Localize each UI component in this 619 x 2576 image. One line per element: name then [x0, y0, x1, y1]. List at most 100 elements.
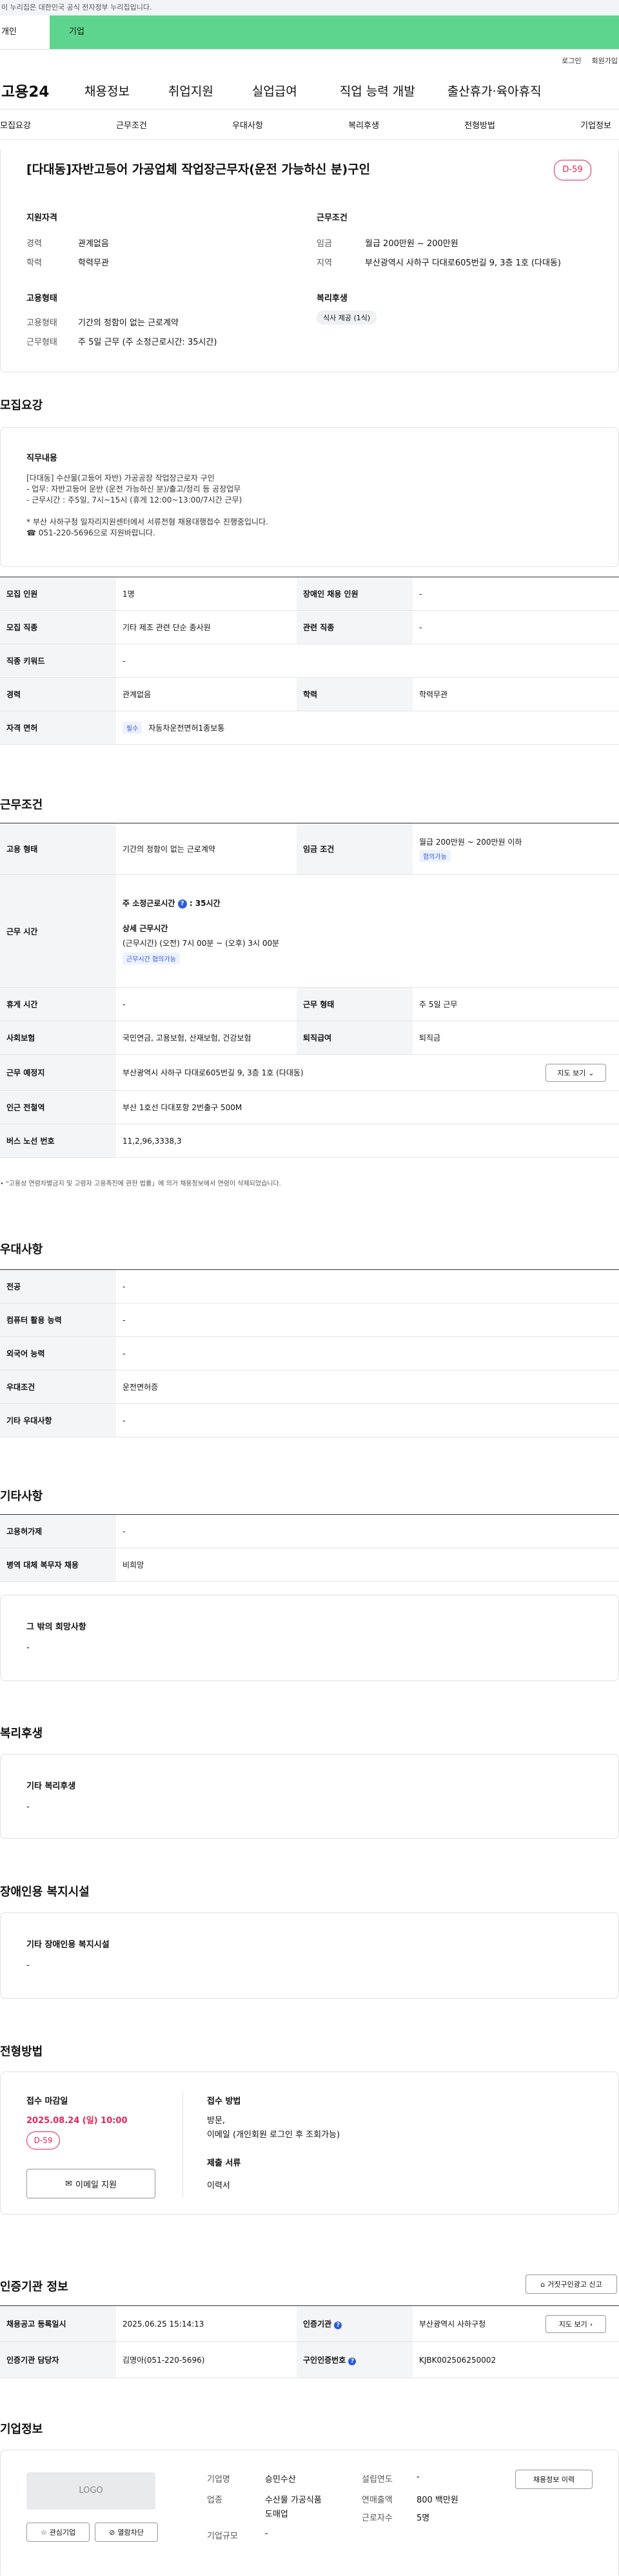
row-label: 휴게 시간 — [0, 987, 116, 1021]
chevron-down-icon: ⌄ — [588, 1068, 594, 1077]
row-label: 기타 우대사항 — [0, 1403, 116, 1437]
welfare-section-title: 복리후생 — [0, 1727, 43, 1740]
row-value: - — [116, 1403, 619, 1437]
row-label: 근무 시간 — [0, 874, 116, 988]
mail-icon: ✉ — [65, 2178, 72, 2189]
row-value: 기간의 정함이 없는 근로계약 — [116, 823, 297, 875]
work-section-title: 근무조건 — [0, 798, 43, 812]
pref-section-title: 우대사항 — [0, 1243, 43, 1256]
company-box: LOGO ☆ 관심기업 ⊘ 열람차단 기업명 승민수산 업종 수산물 가공식품 … — [0, 2450, 619, 2575]
row-value: KJBK002506250002 — [413, 2341, 619, 2378]
snb-item-company[interactable]: 기업정보 — [580, 119, 611, 131]
cert-org-label: 인증기관 — [303, 2320, 332, 2329]
company-size-label: 기업규모 — [207, 2532, 238, 2541]
job-desc-line: ☎ 051-220-5696으로 지원바랍니다. — [26, 528, 155, 537]
gnb-item-employment-support[interactable]: 취업지원 — [168, 82, 213, 99]
block-view-button[interactable]: ⊘ 열람차단 — [95, 2523, 158, 2542]
company-biz-value-1: 수산물 가공식품 — [265, 2495, 322, 2505]
join-link[interactable]: 회원가입 — [592, 55, 618, 66]
map-button[interactable]: 지도 보기 ⌄ — [545, 1064, 606, 1082]
snb-item-welfare[interactable]: 복리후생 — [348, 119, 379, 131]
row-value: 퇴직금 — [413, 1021, 619, 1055]
cert-map-button[interactable]: 지도 보기 › — [545, 2315, 606, 2333]
cert-map-label: 지도 보기 — [558, 2320, 587, 2329]
wage-value: 월급 200만원 ~ 200만원 — [365, 239, 458, 249]
hours-week-value: : 35시간 — [189, 899, 221, 908]
tab-business[interactable]: 기업 — [50, 15, 619, 49]
tab-personal[interactable]: 개인 — [0, 15, 50, 49]
method-heading: 접수 방법 — [207, 2097, 241, 2106]
login-link[interactable]: 로그인 — [562, 55, 581, 66]
process-divider — [182, 2091, 183, 2198]
email-apply-button[interactable]: ✉ 이메일 지원 — [26, 2169, 155, 2198]
required-tag: 필수 — [123, 722, 142, 734]
info-icon[interactable]: ? — [177, 899, 187, 908]
snb-item-recruit[interactable]: 모집요강 — [0, 119, 31, 131]
cert-table: 채용공고 등록일시 2025.06.25 15:14:13 인증기관 ? 부산광… — [0, 2305, 619, 2378]
gnb-item-parental-leave[interactable]: 출산휴가·육아휴직 — [447, 82, 542, 99]
cert-section-title: 인증기관 정보 — [0, 2280, 68, 2294]
favorite-company-button[interactable]: ☆ 관심기업 — [26, 2523, 90, 2542]
row-value: 2025.06.25 15:14:13 — [116, 2305, 297, 2342]
place-cell: 부산광역시 사하구 다대로605번길 9, 3층 1호 (다대동) 지도 보기 … — [116, 1054, 619, 1091]
email-apply-label: 이메일 지원 — [75, 2180, 117, 2190]
hours-negotiable-tag: 근무시간 협의가능 — [123, 952, 180, 965]
row-label: 버스 노선 번호 — [0, 1124, 116, 1158]
row-value: 학력무관 — [413, 677, 619, 711]
row-label: 인증기관 담당자 — [0, 2341, 116, 2378]
row-value: 운전면허증 — [116, 1370, 619, 1404]
disabled-box: 기타 장애인용 복지시설 - — [0, 1912, 619, 1999]
job-description-box: 직무내용 [다대동] 수산물(고등어 자반) 가공공장 작업장근로자 구인 - … — [0, 427, 619, 567]
site-logo[interactable]: 고용24 — [0, 79, 81, 101]
info-icon[interactable]: ? — [334, 2321, 342, 2329]
emptype-value: 기간의 정함이 없는 근로계약 — [78, 318, 179, 328]
gnb-item-jobs[interactable]: 채용정보 — [84, 82, 130, 99]
wage-value: 월급 200만원 ~ 200만원 이하 — [419, 837, 522, 847]
snb-item-process[interactable]: 전형방법 — [464, 119, 495, 131]
snb-item-pref[interactable]: 우대사항 — [232, 119, 263, 131]
dday-badge: D-59 — [554, 160, 591, 180]
gnb-item-training[interactable]: 직업 능력 개발 — [340, 82, 415, 99]
row-label: 임금 조건 — [297, 823, 413, 875]
detail-section-nav: 모집요강 근무조건 우대사항 복리후생 전형방법 기업정보 — [0, 110, 619, 140]
snb-item-work[interactable]: 근무조건 — [116, 119, 147, 131]
row-value: 11,2,96,3338,3 — [116, 1124, 619, 1158]
row-value: - — [413, 577, 619, 611]
company-name-label: 기업명 — [207, 2475, 230, 2485]
deadline-heading: 접수 마감일 — [26, 2097, 68, 2106]
cert-org-label-cell: 인증기관 ? — [297, 2305, 413, 2342]
info-icon[interactable]: ? — [348, 2358, 357, 2365]
row-value: 비희망 — [116, 1548, 619, 1582]
row-value: - — [116, 1303, 619, 1337]
company-year-label: 설립연도 — [362, 2475, 393, 2485]
row-value: 주 5일 근무 — [413, 987, 619, 1021]
cert-num-label-cell: 구인인증번호 ? — [297, 2341, 413, 2378]
row-value: 부산 1호선 다대포항 2번출구 500M — [116, 1090, 619, 1124]
detail-hours-heading: 상세 근무시간 — [123, 924, 168, 933]
cert-org-cell: 부산광역시 사하구청 지도 보기 › — [413, 2305, 619, 2342]
hiring-history-button[interactable]: 채용정보 이력 — [515, 2470, 593, 2489]
license-cell: 필수 자동차운전면허1종보통 — [116, 711, 619, 745]
company-section-title: 기업정보 — [0, 2423, 43, 2436]
report-fake-ad-button[interactable]: ⌂ 거짓구인광고 신고 — [526, 2274, 617, 2294]
row-label: 근무 예정지 — [0, 1054, 116, 1091]
member-type-tabs: 개인 기업 — [0, 15, 619, 50]
hours-week-label: 주 소정근로시간 — [123, 899, 175, 908]
docs-value: 이력서 — [207, 2181, 230, 2191]
etc-table: 고용허가제 - 병역 대체 복무자 채용 비희망 — [0, 1514, 619, 1582]
job-desc-text: [다대동] 수산물(고등어 자반) 가공공장 작업장근로자 구인 - 업무: 자… — [26, 473, 268, 539]
wage-cell: 월급 200만원 ~ 200만원 이하 협의가능 — [413, 823, 619, 875]
page: 이 누리집은 대한민국 공식 전자정부 누리집입니다. 개인 기업 로그인 회원… — [0, 0, 619, 2576]
row-value: - — [116, 1336, 619, 1370]
company-sales-value: 800 백만원 — [417, 2495, 458, 2505]
welfare-other-heading: 기타 복리후생 — [26, 1782, 76, 1791]
recruit-section-title: 모집요강 — [0, 399, 43, 412]
company-size-value: - — [265, 2529, 268, 2539]
row-label: 사회보험 — [0, 1021, 116, 1055]
row-label: 근무 형태 — [297, 987, 413, 1021]
row-label: 전공 — [0, 1269, 116, 1303]
row-value: - — [413, 610, 619, 644]
row-value: - — [116, 1269, 619, 1303]
gnb-item-unemployment-benefit[interactable]: 실업급여 — [252, 82, 297, 99]
deadline-value: 2025.08.24 (일) 10:00 — [26, 2116, 128, 2126]
